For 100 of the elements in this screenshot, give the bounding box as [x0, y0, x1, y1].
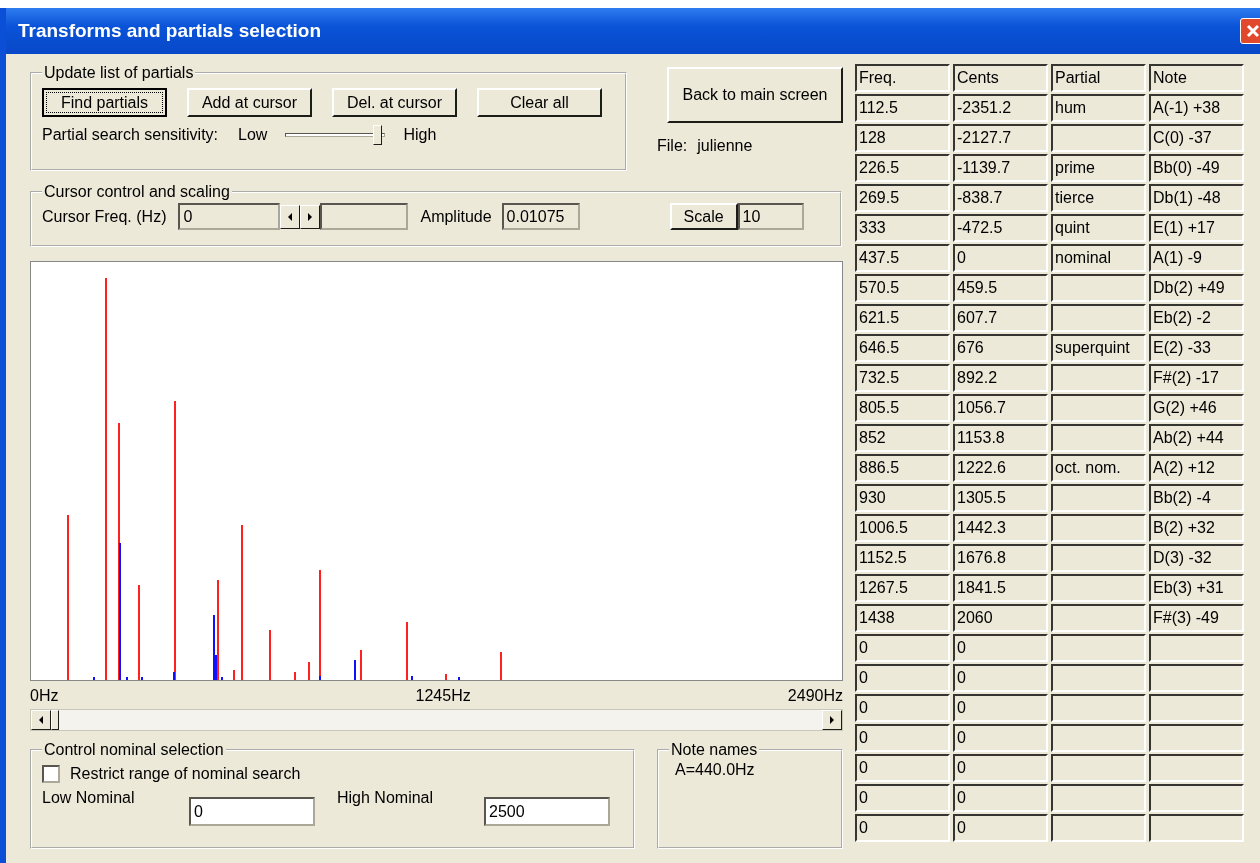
table-cell: 0	[855, 664, 950, 692]
table-cell: 437.5	[855, 244, 950, 272]
table-cell: 732.5	[855, 364, 950, 392]
column-header: Freq.	[855, 64, 950, 92]
table-cell: Eb(3) +31	[1149, 574, 1244, 602]
sensitivity-label: Partial search sensitivity:	[42, 126, 219, 144]
table-cell: 0	[855, 634, 950, 662]
scroll-left-button[interactable]	[31, 710, 51, 730]
slider-thumb[interactable]	[372, 125, 382, 145]
table-cell: 2060	[953, 604, 1048, 632]
table-cell: F#(2) -17	[1149, 364, 1244, 392]
table-cell: 930	[855, 484, 950, 512]
table-cell: 226.5	[855, 154, 950, 182]
table-cell: 1267.5	[855, 574, 950, 602]
column-header: Cents	[953, 64, 1048, 92]
input-field[interactable]: 0	[189, 797, 315, 826]
group-title: Cursor control and scaling	[43, 183, 231, 201]
field-label: Cursor Freq. (Hz)	[42, 207, 167, 226]
high-label: High	[403, 126, 437, 144]
reference-pitch: A=440.0Hz	[675, 761, 755, 778]
table-cell: 0	[855, 754, 950, 782]
low-label: Low	[238, 126, 268, 144]
table-cell: -472.5	[953, 214, 1048, 242]
table-cell: 892.2	[953, 364, 1048, 392]
table-cell: 1056.7	[953, 394, 1048, 422]
column-header: Partial	[1051, 64, 1146, 92]
table-cell: quint	[1051, 214, 1146, 242]
table-cell: C(0) -37	[1149, 124, 1244, 152]
file-label: File:	[657, 137, 688, 155]
table-cell: 1222.6	[953, 454, 1048, 482]
table-cell: A(-1) +38	[1149, 94, 1244, 122]
table-cell: 333	[855, 214, 950, 242]
input-field[interactable]: 0	[178, 203, 281, 230]
spectrum-line	[411, 676, 413, 680]
table-cell: E(1) +17	[1149, 214, 1244, 242]
field-label: Low Nominal	[42, 789, 136, 807]
field-label: Amplitude	[420, 207, 492, 226]
table-cell: A(2) +12	[1149, 454, 1244, 482]
action-button[interactable]: Clear all	[477, 88, 602, 117]
table-cell: 1676.8	[953, 544, 1048, 572]
table-cell: -1139.7	[953, 154, 1048, 182]
table-cell: Eb(2) -2	[1149, 304, 1244, 332]
table-cell: 0	[953, 244, 1048, 272]
table-cell: 128	[855, 124, 950, 152]
close-icon	[1245, 23, 1260, 39]
table-cell: 1841.5	[953, 574, 1048, 602]
spectrum-line	[354, 660, 356, 680]
table-cell: oct. nom.	[1051, 454, 1146, 482]
input-field[interactable]: 0.01075	[501, 203, 580, 230]
table-cell: 0	[855, 784, 950, 812]
spectrum-line	[126, 677, 128, 680]
action-button[interactable]: Find partials	[42, 88, 167, 117]
table-cell: 676	[953, 334, 1048, 362]
scroll-right-button[interactable]	[822, 710, 842, 730]
table-cell: 0	[953, 724, 1048, 752]
table-cell: 1442.3	[953, 514, 1048, 542]
table-cell: 1305.5	[953, 484, 1048, 512]
scale-button[interactable]: Scale	[669, 203, 738, 230]
spectrum-line	[360, 650, 362, 680]
table-cell: F#(3) -49	[1149, 604, 1244, 632]
axis-label: 0Hz	[30, 687, 59, 705]
group-title: Update list of partials	[43, 64, 195, 82]
back-button[interactable]: Back to main screen	[667, 67, 843, 123]
scroll-left-button[interactable]	[280, 204, 301, 229]
input-field[interactable]: 10	[737, 203, 804, 230]
table-cell: -2351.2	[953, 94, 1048, 122]
axis-label: 2490Hz	[787, 687, 843, 705]
group-title: Control nominal selection	[43, 741, 225, 759]
right-arrow-icon	[307, 212, 314, 221]
spectrum-line	[500, 652, 502, 680]
checkbox[interactable]	[42, 765, 60, 783]
input-field[interactable]: 2500	[484, 797, 610, 826]
table-cell: 0	[855, 814, 950, 842]
table-cell: Bb(2) -4	[1149, 484, 1244, 512]
axis-label: 1245Hz	[415, 687, 471, 705]
table-cell: 0	[855, 694, 950, 722]
close-button[interactable]	[1240, 18, 1260, 44]
horizontal-scrollbar[interactable]	[30, 709, 843, 731]
table-cell: D(3) -32	[1149, 544, 1244, 572]
table-cell: 852	[855, 424, 950, 452]
file-name: julienne	[697, 137, 753, 155]
window-title: Transforms and partials selection	[18, 20, 322, 42]
checkbox-label[interactable]: Restrict range of nominal search	[70, 765, 301, 783]
spectrum-line	[294, 672, 296, 680]
table-cell: A(1) -9	[1149, 244, 1244, 272]
table-cell: G(2) +46	[1149, 394, 1244, 422]
scroll-right-button[interactable]	[300, 204, 321, 229]
table-cell: E(2) -33	[1149, 334, 1244, 362]
scroll-thumb[interactable]	[51, 710, 59, 730]
sensitivity-slider[interactable]	[285, 125, 386, 145]
table-cell: Db(1) -48	[1149, 184, 1244, 212]
table-cell: prime	[1051, 154, 1146, 182]
table-cell: nominal	[1051, 244, 1146, 272]
table-cell: Db(2) +49	[1149, 274, 1244, 302]
table-cell: superquint	[1051, 334, 1146, 362]
action-button[interactable]: Add at cursor	[187, 88, 312, 117]
table-cell: 1152.5	[855, 544, 950, 572]
spectrum-line	[233, 670, 235, 680]
action-button[interactable]: Del. at cursor	[332, 88, 457, 117]
table-cell: 607.7	[953, 304, 1048, 332]
